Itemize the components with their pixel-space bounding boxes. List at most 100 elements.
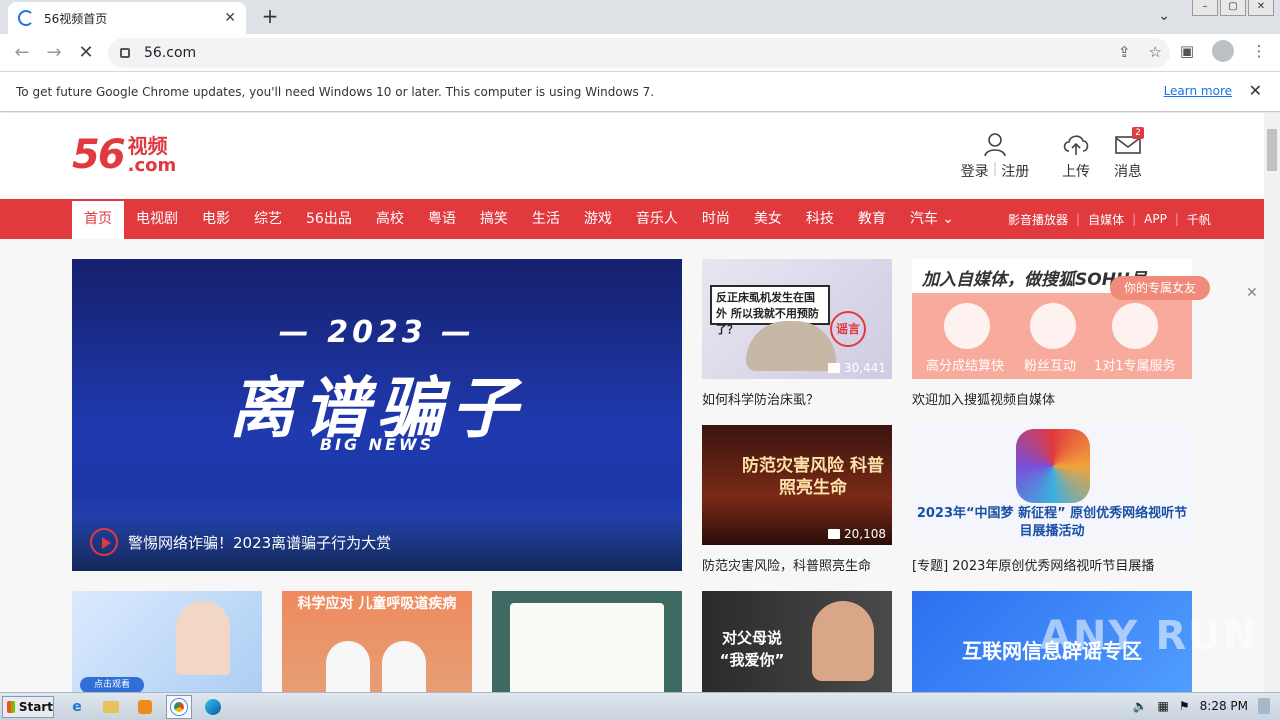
wemedia-link[interactable]: 自媒体 [1088, 211, 1124, 228]
doctor-graphic [326, 641, 370, 692]
browser-tab[interactable]: 56视频首页 ✕ [8, 2, 246, 34]
nav-item-56original[interactable]: 56出品 [294, 199, 364, 239]
video-title[interactable]: 如何科学防治床虱？ [702, 389, 892, 408]
app-link[interactable]: APP [1144, 212, 1167, 226]
ad-icon-2 [1030, 303, 1076, 349]
player-link[interactable]: 影音播放器 [1008, 211, 1068, 228]
tab-search-chevron-icon[interactable]: ⌄ [1158, 8, 1170, 24]
notebook-graphic [510, 603, 664, 692]
profile-avatar-icon[interactable] [1212, 40, 1234, 62]
page-scrollbar[interactable] [1264, 113, 1280, 692]
thumbnail-caption: 对父母说 “我爱你” [719, 629, 785, 669]
chrome-icon[interactable] [166, 695, 192, 719]
windows-taskbar: Start e 🔈 ▦ ⚑ 8:28 PM [0, 692, 1280, 720]
video-card[interactable]: 反正床虱机发生在国外 所以我就不用预防了？ 谣言 30,441 如何科学防治床虱… [702, 259, 892, 408]
ad-feature-3: 1对1专属服务 [1094, 359, 1176, 374]
nav-item-life[interactable]: 生活 [520, 199, 572, 239]
nav-item-education[interactable]: 教育 [846, 199, 898, 239]
back-arrow-icon[interactable]: ← [10, 42, 34, 63]
explorer-folder-icon[interactable] [98, 695, 124, 719]
clock[interactable]: 8:28 PM [1200, 699, 1248, 713]
play-small-icon [828, 529, 840, 539]
video-thumbnail: 科学应对 儿童呼吸道疾病 [282, 591, 472, 692]
media-player-icon[interactable] [132, 695, 158, 719]
ad-close-icon[interactable]: ✕ [1246, 285, 1258, 301]
rumor-stamp: 谣言 [830, 311, 866, 347]
site-logo[interactable]: 56 视频 .com [72, 135, 176, 175]
hero-banner[interactable]: — 2023 — 离谱骗子 BIG NEWS 警惕网络诈骗！2023离谱骗子行为… [72, 259, 682, 571]
register-link[interactable]: 注册 [1001, 161, 1029, 181]
scrollbar-thumb[interactable] [1267, 129, 1277, 171]
side-panel-icon[interactable]: ▣ [1176, 40, 1198, 62]
message-count-badge: 2 [1132, 127, 1144, 139]
nav-item-movie[interactable]: 电影 [190, 199, 242, 239]
flag-icon[interactable]: ⚑ [1179, 699, 1190, 713]
share-icon[interactable]: ⇪ [1118, 43, 1131, 61]
nav-item-home[interactable]: 首页 [72, 199, 124, 239]
upload-button[interactable]: 上传 [1056, 131, 1096, 181]
nav-item-beauty[interactable]: 美女 [742, 199, 794, 239]
watermark-text: ANY RUN [1040, 613, 1259, 659]
video-title[interactable]: [专题] 2023年原创优秀网络视听节目展播 [912, 555, 1192, 574]
nav-item-cantonese[interactable]: 粤语 [416, 199, 468, 239]
bookmark-star-icon[interactable]: ☆ [1149, 43, 1162, 61]
program-logo-graphic [1016, 429, 1090, 503]
video-card[interactable] [492, 591, 682, 692]
maximize-button[interactable]: ▢ [1220, 0, 1246, 16]
forward-arrow-icon[interactable]: → [42, 42, 66, 63]
user-icon [982, 131, 1008, 157]
window-close-button[interactable]: ✕ [1248, 0, 1274, 16]
banner-year: — 2023 — [278, 315, 476, 350]
ad-pill-label[interactable]: 你的专属女友 [1110, 276, 1210, 300]
logo-domain: .com [127, 155, 177, 176]
page-content: 56 视频 .com 登录 | 注册 上传 2 消息 首页 电视剧 电影 综艺 … [0, 113, 1264, 692]
ie-icon[interactable]: e [64, 695, 90, 719]
qianfan-link[interactable]: 千帆 [1187, 211, 1211, 228]
nav-item-fashion[interactable]: 时尚 [690, 199, 742, 239]
thumbnail-caption: 防范灾害风险 科普照亮生命 [742, 456, 884, 498]
tab-close-icon[interactable]: ✕ [224, 10, 236, 26]
edge-icon[interactable] [200, 695, 226, 719]
video-card[interactable]: 对父母说 “我爱你” [702, 591, 892, 692]
nav-item-games[interactable]: 游戏 [572, 199, 624, 239]
menu-kebab-icon[interactable]: ⋮ [1248, 40, 1270, 62]
video-card[interactable]: 科学应对 儿童呼吸道疾病 [282, 591, 472, 692]
nav-item-campus[interactable]: 高校 [364, 199, 416, 239]
chevron-down-icon: ⌄ [937, 211, 955, 227]
video-card[interactable]: 点击观看 [72, 591, 262, 692]
new-tab-button[interactable]: + [258, 5, 282, 29]
stop-loading-icon[interactable]: ✕ [74, 42, 98, 63]
login-link[interactable]: 登录 [961, 161, 989, 181]
url-text: 56.com [144, 45, 197, 61]
login-group: 登录 | 注册 [950, 131, 1040, 181]
logo-number: 56 [72, 132, 126, 178]
minimize-button[interactable]: – [1192, 0, 1218, 16]
ad-title[interactable]: 欢迎加入搜狐视频自媒体 [912, 389, 1192, 408]
nav-item-funny[interactable]: 搞笑 [468, 199, 520, 239]
video-title[interactable]: 防范灾害风险，科普照亮生命 [702, 555, 892, 574]
video-card[interactable]: 2023年“中国梦 新征程” 原创优秀网络视听节目展播活动 [专题] 2023年… [912, 425, 1192, 574]
nav-item-tech[interactable]: 科技 [794, 199, 846, 239]
cloud-upload-icon [1056, 131, 1096, 157]
nav-item-auto[interactable]: 汽车 ⌄ [898, 199, 966, 239]
speaker-icon[interactable]: 🔈 [1133, 699, 1148, 713]
nav-separator: | [1076, 212, 1081, 226]
network-icon[interactable]: ▦ [1158, 699, 1169, 713]
address-bar[interactable]: 56.com [108, 38, 1170, 68]
video-thumbnail: 点击观看 [72, 591, 262, 692]
nav-item-musician[interactable]: 音乐人 [624, 199, 690, 239]
video-card[interactable]: 防范灾害风险 科普照亮生命 20,108 防范灾害风险，科普照亮生命 [702, 425, 892, 574]
nav-item-variety[interactable]: 综艺 [242, 199, 294, 239]
messages-button[interactable]: 2 消息 [1108, 127, 1148, 181]
thumbnail-caption: 科学应对 儿童呼吸道疾病 [297, 596, 457, 612]
infobar-close-icon[interactable]: ✕ [1249, 81, 1262, 100]
banner-caption-text: 警惕网络诈骗！2023离谱骗子行为大赏 [128, 533, 392, 552]
start-button[interactable]: Start [2, 696, 54, 718]
ad-icon-1 [944, 303, 990, 349]
video-thumbnail: 防范灾害风险 科普照亮生命 20,108 [702, 425, 892, 545]
learn-more-link[interactable]: Learn more [1164, 84, 1232, 98]
nav-item-tv[interactable]: 电视剧 [124, 199, 190, 239]
messages-label: 消息 [1114, 164, 1142, 180]
show-desktop-icon[interactable] [1258, 698, 1270, 714]
lock-icon [120, 48, 130, 58]
